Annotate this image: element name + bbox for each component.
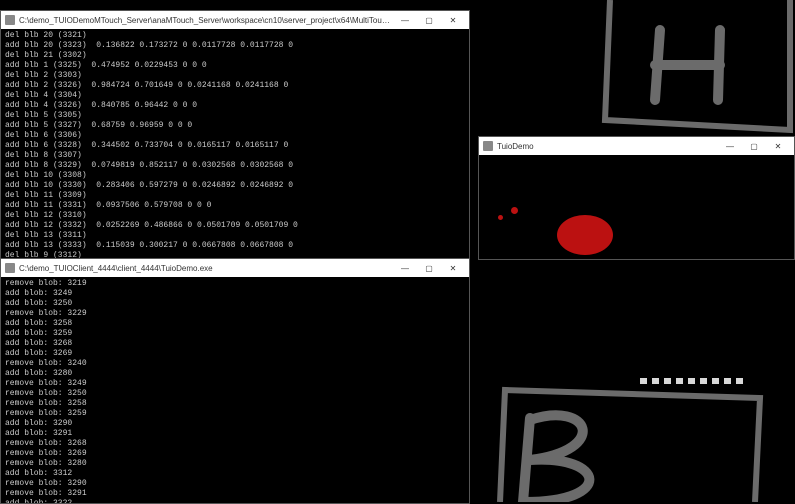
close-button[interactable]: ✕: [441, 11, 465, 29]
minimize-button[interactable]: —: [718, 137, 742, 155]
minimize-button[interactable]: —: [393, 259, 417, 277]
maximize-button[interactable]: ▢: [417, 11, 441, 29]
console-icon: [5, 263, 15, 273]
minimize-button[interactable]: —: [393, 11, 417, 29]
maximize-button[interactable]: ▢: [417, 259, 441, 277]
client-console-window[interactable]: C:\demo_TUIOClient_4444\client_4444\Tuio…: [0, 258, 470, 504]
app-icon: [483, 141, 493, 151]
touch-blob: [511, 207, 518, 214]
cursor-trail: [640, 378, 743, 384]
maximize-button[interactable]: ▢: [742, 137, 766, 155]
server-title: C:\demo_TUIODemoMTouch_Server\anaMTouch_…: [19, 16, 393, 25]
close-button[interactable]: ✕: [766, 137, 790, 155]
client-titlebar[interactable]: C:\demo_TUIOClient_4444\client_4444\Tuio…: [1, 259, 469, 277]
client-console-output: remove blob: 3219 add blob: 3249 add blo…: [1, 277, 469, 503]
tuio-title: TuioDemo: [497, 142, 718, 151]
client-title: C:\demo_TUIOClient_4444\client_4444\Tuio…: [19, 264, 393, 273]
touch-blob: [557, 215, 613, 255]
close-button[interactable]: ✕: [441, 259, 465, 277]
server-titlebar[interactable]: C:\demo_TUIODemoMTouch_Server\anaMTouch_…: [1, 11, 469, 29]
server-console-window[interactable]: C:\demo_TUIODemoMTouch_Server\anaMTouch_…: [0, 10, 470, 262]
tuio-titlebar[interactable]: TuioDemo — ▢ ✕: [479, 137, 794, 155]
tuio-canvas[interactable]: [479, 155, 794, 259]
touch-blob: [498, 215, 503, 220]
console-icon: [5, 15, 15, 25]
server-console-output: del blb 20 (3321) add blb 20 (3323) 0.13…: [1, 29, 469, 261]
tuiodemo-window[interactable]: TuioDemo — ▢ ✕: [478, 136, 795, 260]
